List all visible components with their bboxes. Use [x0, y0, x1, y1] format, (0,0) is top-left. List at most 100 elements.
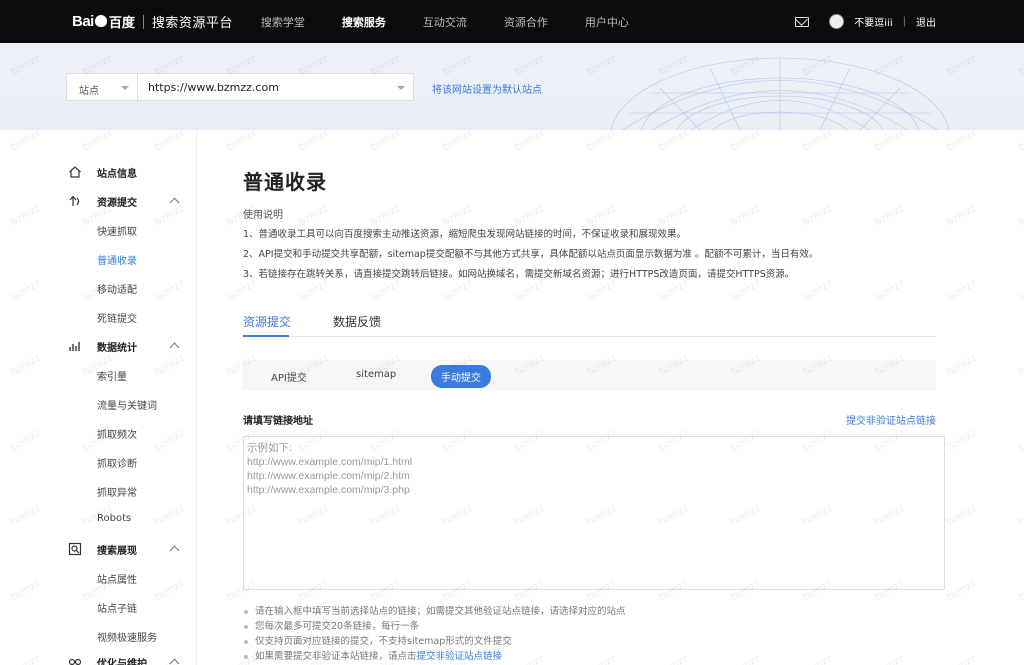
sidebar-item-normal-index[interactable]: 普通收录 [97, 252, 137, 267]
nav-link-user-center[interactable]: 用户中心 [585, 14, 629, 30]
usage-line-2: 2、API提交和手动提交共享配额，sitemap提交配额不与其他方式共享，具体配… [243, 249, 819, 260]
tab-data-feedback[interactable]: 数据反馈 [333, 313, 381, 330]
site-url-value: https://www.bzmzz.com [148, 81, 279, 94]
nav-link-search-school[interactable]: 搜索学堂 [261, 14, 305, 30]
submit-method-tabs: API提交 sitemap 手动提交 [243, 360, 936, 390]
url-textarea[interactable]: 示例如下: http://www.example.com/mip/1.html … [243, 436, 945, 590]
username[interactable]: 不要逗iii [854, 14, 892, 29]
search-display-icon [68, 542, 82, 556]
watermark-text: bzmzz [1017, 202, 1024, 229]
sidebar-group-data-stats[interactable]: 数据统计 [0, 336, 197, 356]
watermark-text: bzmzz [801, 202, 835, 229]
submit-icon [68, 194, 82, 208]
watermark-text: bzmzz [225, 277, 259, 304]
sidebar-item-crawl-errors[interactable]: 抓取异常 [97, 484, 137, 499]
sidebar-item-site-attributes[interactable]: 站点属性 [97, 571, 137, 586]
baidu-logo[interactable]: Baidu 百度 搜索资源平台 [72, 12, 233, 31]
watermark-text: bzmzz [945, 127, 979, 154]
sidebar-title-optimize: 优化与维护 [97, 658, 147, 665]
sidebar-item-robots[interactable]: Robots [97, 513, 131, 524]
watermark-text: bzmzz [369, 202, 403, 229]
submit-unverified-link[interactable]: 提交非验证站点链接 [846, 412, 936, 427]
set-default-site-link[interactable]: 将该网站设置为默认站点 [432, 81, 542, 96]
site-url-select[interactable]: https://www.bzmzz.com [137, 73, 414, 101]
watermark-text: bzmzz [873, 127, 907, 154]
sidebar-item-traffic-keywords[interactable]: 流量与关键词 [97, 397, 157, 412]
chevron-down-icon [121, 86, 129, 90]
user-area: 不要逗iii | 退出 [795, 0, 936, 43]
watermark-text: bzmzz [873, 653, 906, 665]
placeholder-line: http://www.example.com/mip/2.htm [247, 470, 410, 482]
tab-resource-submit[interactable]: 资源提交 [243, 313, 291, 330]
sidebar-item-dead-link[interactable]: 死链提交 [97, 310, 137, 325]
watermark-text: bzmzz [873, 277, 907, 304]
watermark-text: bzmzz [945, 202, 979, 229]
sidebar-group-optimize[interactable]: 优化与维护 [0, 652, 197, 665]
watermark-text: bzmzz [225, 127, 259, 154]
watermark-text: bzmzz [657, 202, 691, 229]
watermark-text: bzmzz [369, 277, 403, 304]
main-nav: 搜索学堂 搜索服务 互动交流 资源合作 用户中心 [261, 14, 666, 30]
sidebar-item-video-service[interactable]: 视频极速服务 [97, 629, 157, 644]
sidebar-item-quick-crawl[interactable]: 快速抓取 [97, 223, 137, 238]
note-item: 您每次最多可提交20条链接，每行一条 [243, 619, 626, 634]
note-item: 仅支持页面对应链接的提交，不支持sitemap形式的文件提交 [243, 634, 626, 649]
chevron-up-icon [169, 658, 180, 665]
chevron-up-icon [169, 545, 180, 556]
placeholder-line: http://www.example.com/mip/1.html [247, 456, 413, 468]
usage-title: 使用说明 [243, 210, 283, 221]
nav-link-interaction[interactable]: 互动交流 [423, 14, 467, 30]
logout-link[interactable]: 退出 [916, 14, 936, 29]
watermark-text: bzmzz [1017, 277, 1024, 304]
sidebar-group-search-display[interactable]: 搜索展现 [0, 539, 197, 559]
watermark-text: bzmzz [297, 127, 331, 154]
sidebar-group-site-info[interactable]: 站点信息 [0, 162, 197, 182]
watermark-text: bzmzz [657, 127, 691, 154]
sidebar-title-search-display: 搜索展现 [97, 545, 137, 557]
sidebar-item-mobile-adapt[interactable]: 移动适配 [97, 281, 137, 296]
site-type-label: 站点 [79, 86, 99, 97]
sidebar-item-site-sublinks[interactable]: 站点子链 [97, 600, 137, 615]
sidebar-title-site-info: 站点信息 [97, 168, 137, 180]
sidebar-title-data-stats: 数据统计 [97, 342, 137, 354]
paw-icon [94, 15, 107, 27]
watermark-text: bzmzz [513, 127, 547, 154]
chart-icon [68, 339, 82, 353]
subtab-sitemap[interactable]: sitemap [356, 369, 396, 380]
note-item: 请在输入框中填写当前选择站点的链接；如需提交其他验证站点链接，请选择对应的站点 [243, 604, 626, 619]
watermark-text: bzmzz [297, 277, 331, 304]
platform-title: 搜索资源平台 [151, 16, 233, 31]
watermark-text: bzmzz [945, 352, 979, 379]
logo-divider [142, 14, 144, 29]
site-type-select[interactable]: 站点 [66, 73, 138, 101]
watermark-text: bzmzz [513, 202, 547, 229]
logo-wordmark: Baidu [72, 13, 108, 30]
nav-link-cooperation[interactable]: 资源合作 [504, 14, 548, 30]
chevron-up-icon [169, 342, 180, 353]
sidebar-item-crawl-frequency[interactable]: 抓取频次 [97, 426, 137, 441]
watermark-text: bzmzz [1017, 427, 1024, 454]
watermark-text: bzmzz [297, 202, 331, 229]
watermark-text: bzmzz [441, 277, 475, 304]
watermark-text: bzmzz [801, 277, 835, 304]
subtab-manual[interactable]: 手动提交 [431, 365, 491, 388]
watermark-text: bzmzz [945, 277, 979, 304]
top-navbar: Baidu 百度 搜索资源平台 搜索学堂 搜索服务 互动交流 资源合作 用户中心… [0, 0, 1024, 43]
watermark-text: bzmzz [1017, 653, 1024, 665]
optimize-icon [68, 655, 82, 665]
watermark-text: bzmzz [945, 577, 979, 604]
avatar[interactable] [829, 14, 845, 29]
note-unverified-link[interactable]: 提交非验证站点链接 [417, 651, 503, 662]
sidebar-item-index-volume[interactable]: 索引量 [97, 368, 127, 383]
sidebar-group-resource-submit[interactable]: 资源提交 [0, 191, 197, 211]
submit-notes: 请在输入框中填写当前选择站点的链接；如需提交其他验证站点链接，请选择对应的站点 … [243, 604, 626, 664]
placeholder-line: http://www.example.com/mip/3.php [247, 484, 410, 496]
watermark-text: bzmzz [585, 202, 619, 229]
nav-link-search-service[interactable]: 搜索服务 [342, 14, 386, 30]
sidebar-item-crawl-diagnosis[interactable]: 抓取诊断 [97, 455, 137, 470]
watermark-text: bzmzz [801, 127, 835, 154]
mail-icon[interactable] [795, 16, 810, 27]
watermark-text: bzmzz [729, 653, 762, 665]
watermark-text: bzmzz [1017, 577, 1024, 604]
subtab-api[interactable]: API提交 [271, 369, 307, 384]
